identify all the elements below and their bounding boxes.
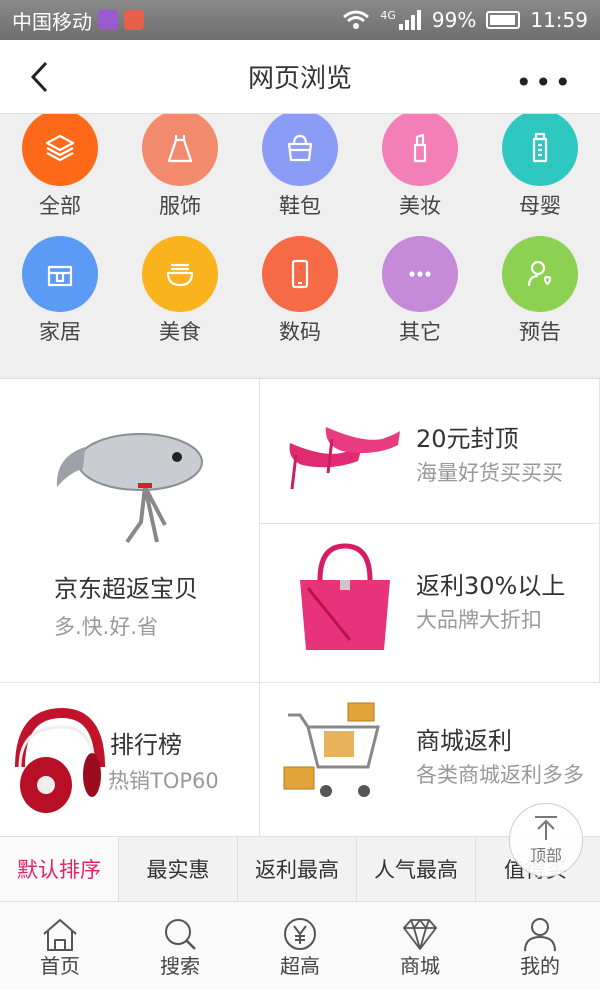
noodle-bowl-icon [142,236,218,312]
category-label: 家居 [39,320,81,344]
category-label: 美妆 [399,194,441,218]
category-all[interactable]: 全部 [0,114,120,220]
promo-jd-card[interactable]: 京东超返宝贝 多.快.好.省 [0,379,260,683]
battery-percent: 99% [431,8,477,32]
promo-20-yuan-card[interactable]: 20元封顶 海量好货买买买 [260,379,600,524]
promo-subtitle: 大品牌大折扣 [416,608,542,632]
diamond-icon [403,919,437,950]
jd-mascot-dog-image [56,433,203,544]
category-food[interactable]: 美食 [120,236,240,346]
back-to-top-button[interactable]: 顶部 [509,803,583,877]
layers-icon [22,114,98,186]
yen-coin-icon [284,918,316,950]
category-digital[interactable]: 数码 [240,236,360,346]
network-type: 4G [380,8,396,22]
nav-label: 搜索 [160,954,200,978]
promo-subtitle: 多.快.好.省 [54,615,159,639]
category-home[interactable]: 家居 [0,236,120,346]
more-menu-icon[interactable]: ••• [515,66,574,99]
phone-icon [262,236,338,312]
back-to-top-label: 顶部 [529,846,562,865]
category-label: 母婴 [519,194,561,218]
bottom-nav: 首页 搜索 超高 商城 我的 [0,902,600,990]
signal-icon [398,10,421,30]
person-heart-icon [502,236,578,312]
shopping-cart-image [283,702,380,797]
category-label: 美食 [159,320,201,344]
category-label: 服饰 [159,194,201,218]
arrow-up-icon [535,816,557,840]
gallery-notification-icon [98,10,118,30]
headphones-image [15,707,105,813]
lipstick-icon [382,114,458,186]
home-box-icon [22,236,98,312]
nav-super-high[interactable]: 超高 [240,902,360,990]
back-arrow-icon[interactable] [28,60,52,94]
category-other[interactable]: 其它 [360,236,480,346]
promo-subtitle: 热销TOP60 [108,769,219,793]
search-icon [165,919,196,950]
category-baby[interactable]: 母婴 [480,114,600,220]
high-heel-shoes-image [289,427,400,490]
promo-subtitle: 各类商城返利多多 [416,763,584,787]
handbag-image [300,543,390,650]
tab-highest-rebate[interactable]: 返利最高 [238,837,357,901]
category-preview[interactable]: 预告 [480,236,600,346]
nav-label: 首页 [40,954,80,978]
nav-label: 商城 [400,954,440,978]
tab-default-sort[interactable]: 默认排序 [0,837,119,901]
dress-icon [142,114,218,186]
promo-rebate-30-card[interactable]: 返利30%以上 大品牌大折扣 [260,524,600,683]
promo-title: 商城返利 [416,727,512,755]
promo-subtitle: 海量好货买买买 [416,461,563,485]
category-label: 全部 [39,194,81,218]
nav-home[interactable]: 首页 [0,902,120,990]
more-dots-icon [382,236,458,312]
bag-icon [262,114,338,186]
status-bar: 中国移动 4G 99% 11:59 [0,0,600,40]
user-icon [524,918,556,952]
promo-title: 返利30%以上 [416,572,566,600]
category-makeup[interactable]: 美妆 [360,114,480,220]
promo-ranking-card[interactable]: 排行榜 热销TOP60 [0,683,260,837]
promo-section: 京东超返宝贝 多.快.好.省 20元封顶 海量好货买买买 返利30%以上 大品牌… [0,378,600,837]
nav-search[interactable]: 搜索 [120,902,240,990]
promo-title: 京东超返宝贝 [54,575,198,603]
category-clothing[interactable]: 服饰 [120,114,240,220]
nav-label: 我的 [520,954,560,978]
carrier-name: 中国移动 [12,9,92,34]
promo-title: 20元封顶 [416,425,519,453]
category-label: 鞋包 [279,194,321,218]
app-header: 网页浏览 ••• [0,40,600,114]
tab-most-popular[interactable]: 人气最高 [357,837,476,901]
app-notification-icon [124,10,144,30]
wifi-icon [343,10,370,29]
tab-best-value[interactable]: 最实惠 [119,837,238,901]
home-icon [43,919,77,951]
category-label: 数码 [279,320,321,344]
category-label: 其它 [399,320,441,344]
battery-icon [486,11,521,29]
nav-mall[interactable]: 商城 [360,902,480,990]
nav-mine[interactable]: 我的 [480,902,600,990]
clock: 11:59 [530,8,588,32]
category-shoes-bags[interactable]: 鞋包 [240,114,360,220]
promo-title: 排行榜 [110,731,182,759]
nav-label: 超高 [280,954,320,978]
category-grid: 全部 服饰 鞋包 美妆 母婴 家居 美食 数码 其它 预告 [0,114,600,378]
baby-bottle-icon [502,114,578,186]
category-label: 预告 [519,320,561,344]
page-title: 网页浏览 [247,64,352,94]
